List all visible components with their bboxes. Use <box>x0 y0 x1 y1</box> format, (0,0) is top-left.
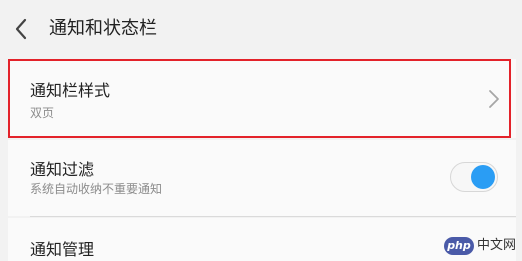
setting-description: 系统自动收纳不重要通知 <box>30 182 163 196</box>
divider <box>30 216 516 217</box>
watermark-text: 中文网 <box>476 238 516 253</box>
toggle-knob <box>471 165 495 189</box>
setting-title: 通知栏样式 <box>30 81 111 100</box>
setting-value: 双页 <box>30 106 55 120</box>
setting-notification-management[interactable]: 通知管理 <box>8 218 516 261</box>
back-button[interactable] <box>10 15 32 43</box>
chevron-right-icon <box>489 90 499 108</box>
php-logo: php <box>444 237 474 255</box>
header-bar: 通知和状态栏 <box>0 0 522 57</box>
page-title: 通知和状态栏 <box>49 18 157 39</box>
setting-notification-filter: 通知过滤 系统自动收纳不重要通知 <box>8 140 516 216</box>
setting-title: 通知过滤 <box>30 160 95 179</box>
setting-title: 通知管理 <box>30 240 95 259</box>
chevron-left-icon <box>15 18 27 40</box>
setting-notification-style[interactable]: 通知栏样式 双页 <box>8 59 516 138</box>
notification-filter-toggle[interactable] <box>450 162 498 192</box>
watermark: php 中文网 <box>444 236 516 256</box>
